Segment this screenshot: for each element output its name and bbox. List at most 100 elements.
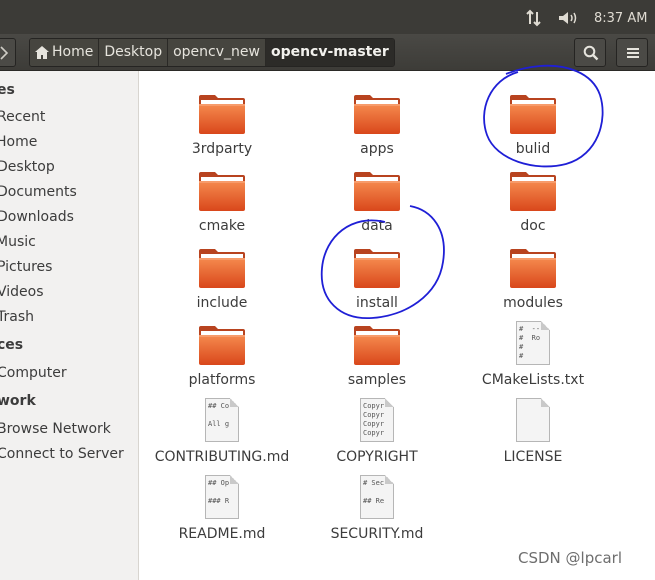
document-page [516, 398, 550, 442]
folder-item[interactable]: cmake [147, 165, 297, 234]
file-name-label: LICENSE [503, 449, 563, 465]
folder-item[interactable]: modules [458, 242, 608, 311]
sidebar-item-trash[interactable]: Trash [0, 309, 34, 325]
toolbar: Home Desktop opencv_new opencv-master [0, 34, 655, 71]
file-name-label: platforms [188, 372, 256, 388]
folder-icon [353, 242, 401, 290]
folder-icon [353, 165, 401, 213]
file-manager-window: { "system_panel": { "clock": "8:37 AM", … [0, 0, 655, 580]
text-file-icon [509, 396, 557, 444]
file-name-label: doc [520, 218, 546, 234]
text-file-icon: ## Op ### R [198, 473, 246, 521]
document-page: # Sec ## Re [360, 475, 394, 519]
folder-icon [509, 165, 557, 213]
sidebar-item-pictures[interactable]: Pictures [0, 259, 52, 275]
document-page: ## Co All g [205, 398, 239, 442]
document-preview-text: Copyr Copyr Copyr Copyr [363, 402, 385, 437]
file-name-label: CMakeLists.txt [481, 372, 585, 388]
sidebar-item-desktop[interactable]: Desktop [0, 159, 55, 175]
breadcrumb-label: opencv-master [270, 44, 389, 60]
breadcrumb-label: opencv_new [173, 44, 260, 60]
folder-item[interactable]: bulid [458, 88, 608, 157]
document-preview-text: ## Co All g [208, 402, 230, 428]
folder-item[interactable]: apps [302, 88, 452, 157]
file-item[interactable]: ## Op ### R README.md [147, 473, 297, 542]
folder-icon [198, 319, 246, 367]
file-name-label: README.md [178, 526, 266, 542]
file-name-label: bulid [515, 141, 551, 157]
document-preview-text: # -- # Ro # # [519, 325, 541, 360]
breadcrumb-label: Home [52, 44, 94, 60]
breadcrumb: Home Desktop opencv_new opencv-master [29, 38, 395, 67]
folder-item[interactable]: doc [458, 165, 608, 234]
file-view: 3rdparty apps bulid cmake data doc include inst… [140, 71, 655, 580]
file-item[interactable]: Copyr Copyr Copyr Copyr COPYRIGHT [302, 396, 452, 465]
sidebar-item-recent[interactable]: Recent [0, 109, 45, 125]
document-page: # -- # Ro # # [516, 321, 550, 365]
breadcrumb-home[interactable]: Home [30, 39, 100, 66]
search-icon [583, 45, 599, 61]
menu-button[interactable] [616, 38, 648, 67]
network-arrows-icon[interactable] [525, 9, 543, 27]
document-preview-text: ## Op ### R [208, 479, 230, 505]
breadcrumb-desktop[interactable]: Desktop [99, 39, 169, 66]
file-name-label: COPYRIGHT [336, 449, 418, 465]
breadcrumb-opencv-new[interactable]: opencv_new [168, 39, 266, 66]
folder-item[interactable]: install [302, 242, 452, 311]
home-icon [35, 46, 49, 59]
sidebar-item-music[interactable]: Music [0, 234, 36, 250]
forward-button[interactable] [0, 38, 16, 67]
file-name-label: cmake [198, 218, 246, 234]
chevron-right-icon [0, 46, 9, 60]
sidebar-item-downloads[interactable]: Downloads [0, 209, 74, 225]
sidebar: es Recent Home Desktop Documents Downloa… [0, 71, 139, 580]
breadcrumb-opencv-master[interactable]: opencv-master [265, 39, 394, 66]
text-file-icon: # -- # Ro # # [509, 319, 557, 367]
folder-item[interactable]: platforms [147, 319, 297, 388]
sidebar-item-computer[interactable]: Computer [0, 365, 67, 381]
file-name-label: CONTRIBUTING.md [154, 449, 290, 465]
file-item[interactable]: LICENSE [458, 396, 608, 465]
clock[interactable]: 8:37 AM [594, 11, 647, 26]
file-name-label: modules [503, 295, 563, 311]
sidebar-header-devices: ces [0, 337, 24, 353]
file-item[interactable]: # -- # Ro # # CMakeLists.txt [458, 319, 608, 388]
file-name-label: install [356, 295, 398, 311]
file-name-label: apps [360, 141, 394, 157]
text-file-icon: Copyr Copyr Copyr Copyr [353, 396, 401, 444]
folder-icon [353, 88, 401, 136]
folder-icon [198, 88, 246, 136]
sidebar-item-connect-to-server[interactable]: Connect to Server [0, 446, 124, 462]
search-button[interactable] [574, 38, 606, 67]
folder-item[interactable]: 3rdparty [147, 88, 297, 157]
file-name-label: SECURITY.md [330, 526, 424, 542]
folder-icon [353, 319, 401, 367]
folder-icon [509, 242, 557, 290]
file-name-label: samples [347, 372, 407, 388]
file-item[interactable]: ## Co All g CONTRIBUTING.md [147, 396, 297, 465]
top-system-panel: 8:37 AM [0, 0, 655, 34]
watermark: CSDN @lpcarl [518, 549, 622, 567]
folder-item[interactable]: samples [302, 319, 452, 388]
sidebar-header-network: work [0, 393, 36, 409]
text-file-icon: # Sec ## Re [353, 473, 401, 521]
file-name-label: data [361, 218, 393, 234]
folder-item[interactable]: data [302, 165, 452, 234]
document-page: ## Op ### R [205, 475, 239, 519]
sidebar-item-documents[interactable]: Documents [0, 184, 77, 200]
volume-icon[interactable] [557, 9, 581, 27]
file-item[interactable]: # Sec ## Re SECURITY.md [302, 473, 452, 542]
folder-icon [509, 88, 557, 136]
folder-item[interactable]: include [147, 242, 297, 311]
sidebar-item-videos[interactable]: Videos [0, 284, 44, 300]
document-preview-text: # Sec ## Re [363, 479, 385, 505]
file-name-label: 3rdparty [191, 141, 253, 157]
document-page: Copyr Copyr Copyr Copyr [360, 398, 394, 442]
file-name-label: include [196, 295, 248, 311]
hamburger-menu-icon [627, 48, 639, 58]
text-file-icon: ## Co All g [198, 396, 246, 444]
sidebar-item-home[interactable]: Home [0, 134, 37, 150]
breadcrumb-label: Desktop [104, 44, 163, 60]
sidebar-item-browse-network[interactable]: Browse Network [0, 421, 111, 437]
folder-icon [198, 165, 246, 213]
